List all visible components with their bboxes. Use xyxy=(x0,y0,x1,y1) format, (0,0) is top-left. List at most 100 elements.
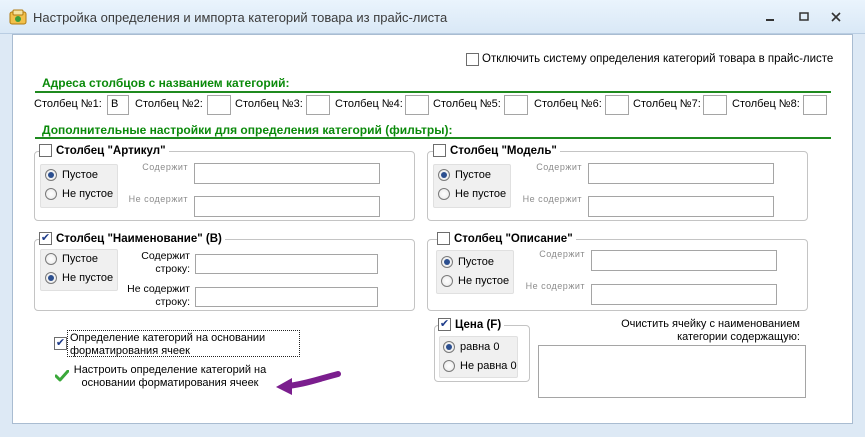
price-equal-label: равна 0 xyxy=(460,341,500,353)
model-title: Столбец "Модель" xyxy=(450,144,557,157)
price-checkbox[interactable] xyxy=(438,318,451,331)
radio-button[interactable] xyxy=(45,169,57,181)
column-6-label: Столбец №6: xyxy=(534,98,602,110)
window-frame-left xyxy=(0,34,12,437)
column-1-input[interactable]: B xyxy=(107,95,129,115)
column-5-label: Столбец №5: xyxy=(433,98,501,110)
column-7-input[interactable] xyxy=(703,95,727,115)
article-contains-input[interactable] xyxy=(194,163,380,184)
name-contains-input[interactable] xyxy=(195,254,378,274)
format-detect-line1: Определение категорий на основании xyxy=(70,332,266,344)
article-checkbox[interactable] xyxy=(39,144,52,157)
description-contains-input[interactable] xyxy=(591,250,777,271)
radio-button[interactable] xyxy=(438,169,450,181)
article-not-contains-input[interactable] xyxy=(194,196,380,217)
radio-button[interactable] xyxy=(441,256,453,268)
format-link-line2: основании форматирования ячеек xyxy=(81,377,259,389)
window-title: Настройка определения и импорта категори… xyxy=(33,10,448,25)
article-empty-option[interactable]: Пустое xyxy=(45,169,98,181)
column-5-input[interactable] xyxy=(504,95,528,115)
clear-cell-label: Очистить ячейку с наименованием категори… xyxy=(586,318,800,344)
name-checkbox[interactable] xyxy=(39,232,52,245)
column-2-input[interactable] xyxy=(207,95,231,115)
filters-heading: Дополнительные настройки для определения… xyxy=(42,123,453,137)
description-title: Столбец "Описание" xyxy=(454,232,573,245)
description-checkbox[interactable] xyxy=(437,232,450,245)
name-not-contains-label: Не содержит строку: xyxy=(120,283,190,309)
minimize-button[interactable] xyxy=(756,8,784,26)
article-group-title: Столбец "Артикул" xyxy=(39,144,169,157)
addresses-heading: Адреса столбцов с названием категорий: xyxy=(42,76,290,90)
price-not-equal-option[interactable]: Не равна 0 xyxy=(443,360,517,372)
column-3-input[interactable] xyxy=(306,95,330,115)
clear-cell-line2: категории содержащую: xyxy=(677,331,800,343)
radio-button[interactable] xyxy=(441,275,453,287)
name-not-empty-label: Не пустое xyxy=(62,272,114,284)
name-title: Столбец "Наименование" (B) xyxy=(56,232,222,245)
model-contains-label: Содержит xyxy=(536,162,582,172)
app-icon xyxy=(9,9,27,25)
filters-divider xyxy=(35,137,831,139)
description-not-contains-input[interactable] xyxy=(591,284,777,305)
radio-button[interactable] xyxy=(443,341,455,353)
format-settings-link[interactable]: Настроить определение категорий на основ… xyxy=(70,364,270,390)
price-group-title: Цена (F) xyxy=(438,318,505,331)
model-empty-option[interactable]: Пустое xyxy=(438,169,491,181)
format-detect-checkbox[interactable] xyxy=(54,337,67,350)
model-contains-input[interactable] xyxy=(588,163,774,184)
radio-button[interactable] xyxy=(45,188,57,200)
column-1-label: Столбец №1: xyxy=(34,98,102,110)
price-not-equal-label: Не равна 0 xyxy=(460,360,517,372)
column-6-input[interactable] xyxy=(605,95,629,115)
description-not-contains-label: Не содержит xyxy=(525,281,585,291)
model-not-contains-input[interactable] xyxy=(588,196,774,217)
radio-button[interactable] xyxy=(438,188,450,200)
column-4-input[interactable] xyxy=(405,95,429,115)
model-empty-label: Пустое xyxy=(455,169,491,181)
column-2-label: Столбец №2: xyxy=(135,98,203,110)
annotation-arrow-icon xyxy=(276,371,341,395)
name-contains-label: Содержит строку: xyxy=(130,250,190,276)
format-detect-line2: форматирования ячеек xyxy=(70,344,190,357)
radio-button[interactable] xyxy=(45,272,57,284)
name-group-title: Столбец "Наименование" (B) xyxy=(39,232,225,245)
column-8-input[interactable] xyxy=(803,95,827,115)
name-empty-option[interactable]: Пустое xyxy=(45,253,98,265)
name-not-empty-option[interactable]: Не пустое xyxy=(45,272,113,284)
model-group-title: Столбец "Модель" xyxy=(433,144,560,157)
model-checkbox[interactable] xyxy=(433,144,446,157)
column-7-label: Столбец №7: xyxy=(633,98,701,110)
name-not-contains-line2: строку: xyxy=(155,296,190,308)
model-not-contains-label: Не содержит xyxy=(522,194,582,204)
column-4-label: Столбец №4: xyxy=(335,98,403,110)
description-empty-label: Пустое xyxy=(458,256,494,268)
radio-button[interactable] xyxy=(443,360,455,372)
article-not-empty-option[interactable]: Не пустое xyxy=(45,188,113,200)
disable-system-label: Отключить систему определения категорий … xyxy=(482,53,834,65)
name-contains-line2: строку: xyxy=(155,263,190,275)
name-empty-label: Пустое xyxy=(62,253,98,265)
model-not-empty-option[interactable]: Не пустое xyxy=(438,188,506,200)
window-frame-right xyxy=(853,34,865,437)
clear-cell-line1: Очистить ячейку с наименованием xyxy=(621,318,800,330)
article-contains-label: Содержит xyxy=(142,162,188,172)
checkmark-icon xyxy=(55,370,69,382)
radio-button[interactable] xyxy=(45,253,57,265)
minimize-icon xyxy=(766,19,774,21)
addresses-divider xyxy=(35,91,831,93)
description-not-empty-label: Не пустое xyxy=(458,275,510,287)
clear-cell-textarea[interactable] xyxy=(538,345,806,398)
price-equal-option[interactable]: равна 0 xyxy=(443,341,499,353)
maximize-icon xyxy=(799,12,809,21)
name-contains-line1: Содержит xyxy=(141,250,190,262)
name-not-contains-input[interactable] xyxy=(195,287,378,307)
format-link-line1: Настроить определение категорий на xyxy=(73,364,267,376)
article-not-contains-label: Не содержит xyxy=(128,194,188,204)
description-not-empty-option[interactable]: Не пустое xyxy=(441,275,509,287)
format-detect-label[interactable]: Определение категорий на основании форма… xyxy=(67,330,300,357)
close-button[interactable] xyxy=(822,8,850,26)
maximize-button[interactable] xyxy=(790,8,818,26)
column-3-label: Столбец №3: xyxy=(235,98,303,110)
disable-system-checkbox[interactable] xyxy=(466,53,479,66)
description-empty-option[interactable]: Пустое xyxy=(441,256,494,268)
